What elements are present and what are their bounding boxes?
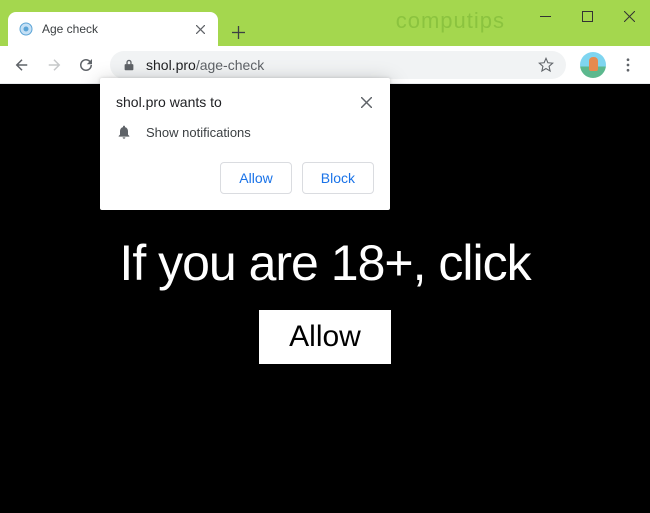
tab-title: Age check	[42, 22, 184, 36]
chrome-menu-button[interactable]	[614, 51, 642, 79]
forward-button	[40, 51, 68, 79]
url-path: /age-check	[196, 57, 264, 73]
tab-favicon-icon	[18, 21, 34, 37]
dialog-allow-button[interactable]: Allow	[220, 162, 291, 194]
bell-icon	[116, 124, 132, 140]
maximize-button[interactable]	[566, 0, 608, 32]
url-text: shol.pro/age-check	[146, 57, 528, 73]
page-allow-button[interactable]: Allow	[259, 310, 391, 364]
reload-button[interactable]	[72, 51, 100, 79]
page-heading: If you are 18+, click	[119, 234, 530, 292]
watermark: computips	[396, 8, 505, 34]
close-window-button[interactable]	[608, 0, 650, 32]
bookmark-star-icon[interactable]	[538, 57, 554, 73]
new-tab-button[interactable]	[224, 18, 252, 46]
dialog-title: shol.pro wants to	[116, 94, 222, 110]
tab-close-icon[interactable]	[192, 21, 208, 37]
address-bar[interactable]: shol.pro/age-check	[110, 51, 566, 79]
minimize-button[interactable]	[524, 0, 566, 32]
dialog-close-icon[interactable]	[358, 94, 374, 110]
dialog-block-button[interactable]: Block	[302, 162, 374, 194]
url-domain: shol.pro	[146, 57, 196, 73]
back-button[interactable]	[8, 51, 36, 79]
active-tab[interactable]: Age check	[8, 12, 218, 46]
profile-avatar[interactable]	[580, 52, 606, 78]
permission-label: Show notifications	[146, 125, 251, 140]
lock-icon	[122, 58, 136, 72]
window-controls	[524, 0, 650, 32]
notification-permission-dialog: shol.pro wants to Show notifications All…	[100, 78, 390, 210]
